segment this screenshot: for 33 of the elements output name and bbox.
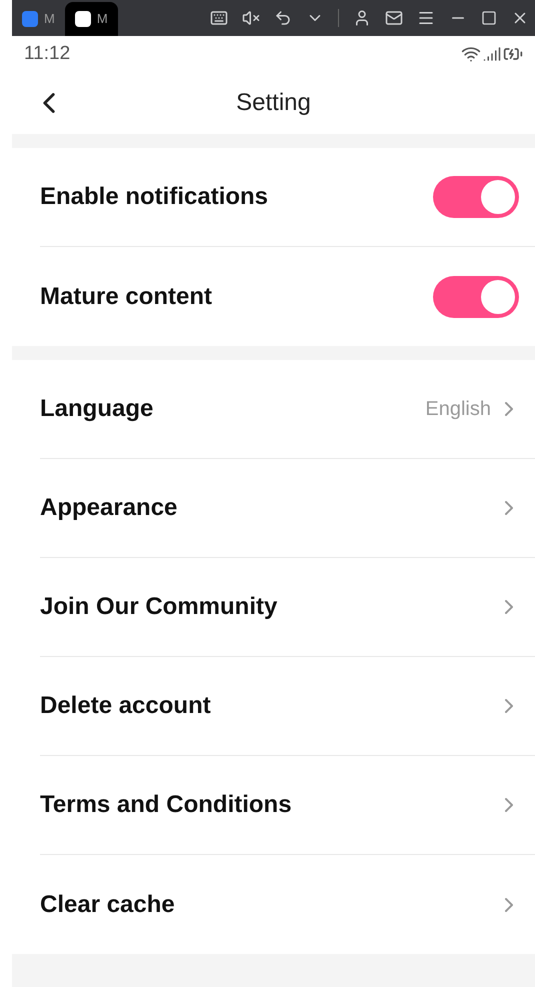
tab-label: M [96,10,108,28]
window-tab[interactable]: M [12,2,65,36]
maximize-icon[interactable] [481,10,497,26]
user-icon[interactable] [353,9,371,27]
status-time: 11:12 [24,42,70,66]
window-tab[interactable]: M [64,2,118,36]
setting-label: Terms and Conditions [40,790,292,820]
keyboard-icon[interactable] [210,9,228,27]
tab-label: M [44,10,55,28]
signal-icon [483,45,501,63]
settings-row[interactable]: Language English [40,360,535,459]
setting-value: English [425,397,491,422]
toggle-switch[interactable] [433,176,519,218]
app-icon [74,11,91,27]
settings-row[interactable]: Delete account [40,657,535,756]
setting-label: Delete account [40,691,211,721]
setting-label: Mature content [40,282,212,312]
setting-label: Join Our Community [40,592,278,622]
setting-label: Language [40,394,154,424]
setting-label: Appearance [40,493,178,523]
settings-row[interactable]: Join Our Community [40,558,535,657]
setting-label: Clear cache [40,890,175,920]
mute-icon[interactable] [242,9,260,27]
settings-row[interactable]: Terms and Conditions [40,756,535,855]
undo-icon[interactable] [274,9,292,27]
page-title: Setting [236,88,311,118]
mail-icon[interactable] [385,9,403,27]
settings-row[interactable]: Clear cache [40,855,535,954]
setting-label: Enable notifications [40,182,268,212]
menu-icon[interactable] [417,9,435,27]
toggle-switch[interactable] [433,276,519,318]
settings-row[interactable]: Appearance [40,459,535,558]
app-icon [22,11,38,27]
